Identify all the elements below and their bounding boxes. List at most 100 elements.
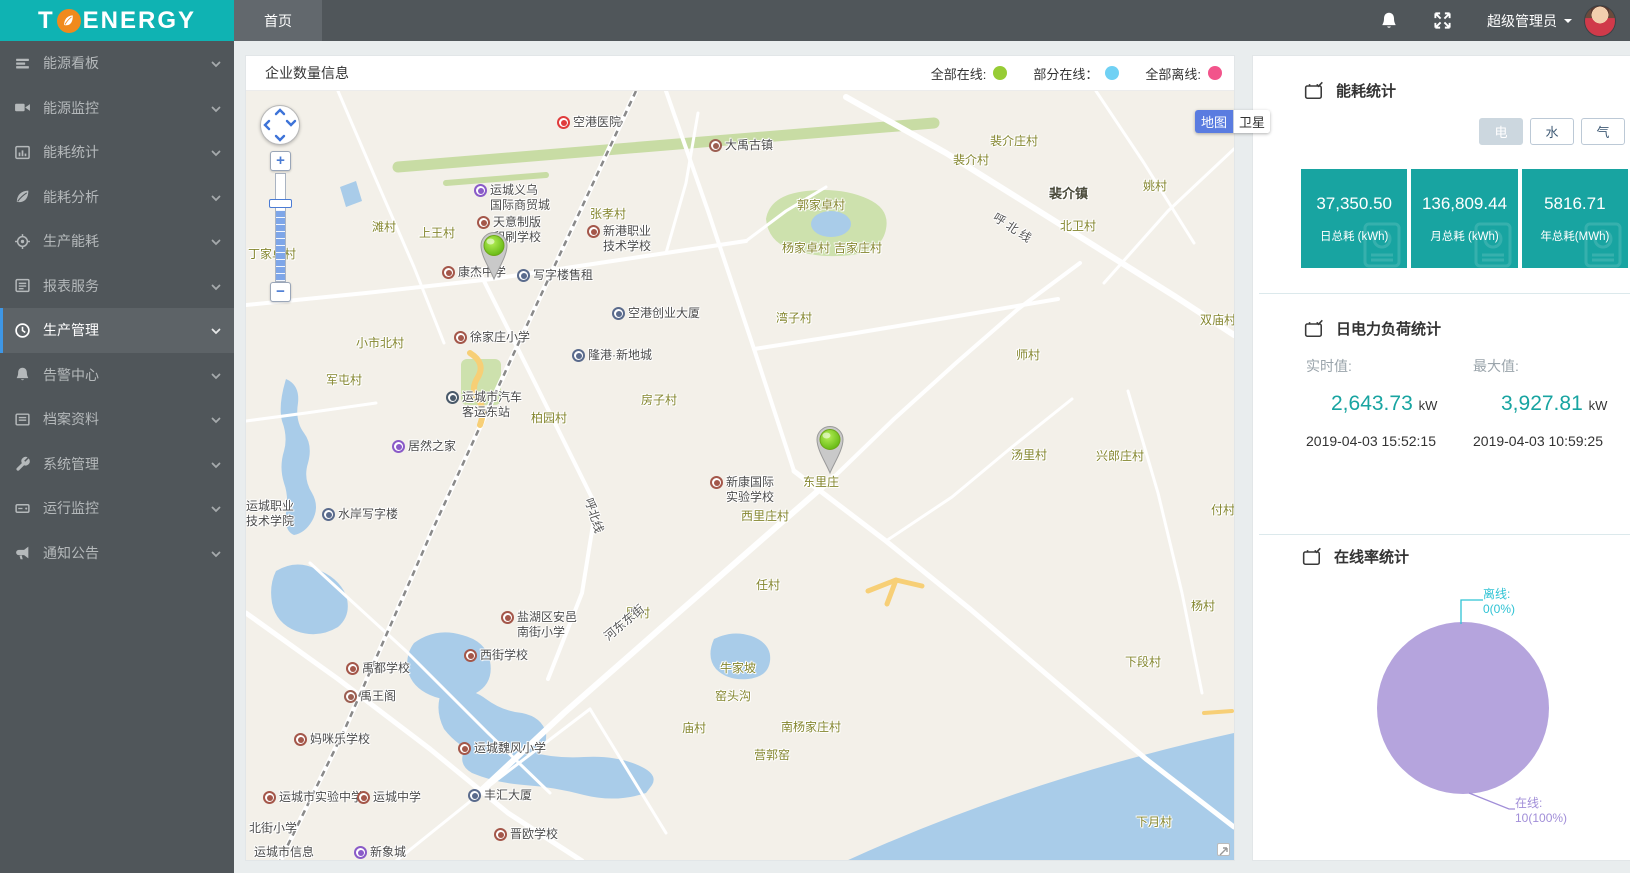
school-icon (710, 476, 723, 489)
map-poi-label: 隆港·新地城 (572, 348, 652, 363)
realtime-value: 2,643.73 kW (1306, 392, 1437, 416)
zoom-slider-handle[interactable] (269, 199, 292, 208)
map-place-label: 上王村 (419, 226, 455, 241)
building-icon (468, 789, 481, 802)
map-label-text: 上王村 (419, 226, 455, 241)
map-label-text: 湾子村 (776, 311, 812, 326)
building-icon (322, 508, 335, 521)
map-label-text: 丰汇大厦 (484, 788, 532, 803)
school-icon (346, 662, 359, 675)
chevron-down-icon (210, 502, 222, 514)
user-name: 超级管理员 (1487, 11, 1557, 31)
map-place-label: 付村 (1211, 503, 1234, 518)
sidebar-item-label: 通知公告 (43, 543, 99, 563)
right-stats-panel: 能耗统计 电水气 37,350.50日总耗 (kWh)136,809.44月总耗… (1252, 55, 1630, 861)
map-card-header: 企业数量信息 全部在线:部分在线：全部离线: (246, 56, 1234, 91)
map-place-label: 吉家庄村 (834, 241, 882, 256)
online-rate-pie[interactable] (1377, 622, 1549, 794)
map-label-text: 水岸写字楼 (338, 507, 398, 522)
chevron-down-icon (210, 324, 222, 336)
map-label-text: 窑头沟 (715, 689, 751, 704)
map-type-satellite-button[interactable]: 卫星 (1233, 110, 1270, 133)
sidebar-item-生产能耗[interactable]: 生产能耗 (0, 219, 234, 264)
legend-label: 全部在线: (931, 64, 987, 83)
sidebar-item-报表服务[interactable]: 报表服务 (0, 264, 234, 309)
map-type-toggle: 地图 卫星 (1195, 110, 1270, 133)
map-place-label: 下段村 (1125, 655, 1161, 670)
zoom-in-button[interactable]: + (270, 151, 291, 171)
sidebar-item-系统管理[interactable]: 系统管理 (0, 442, 234, 487)
sidebar-item-label: 生产管理 (43, 320, 99, 340)
divider (1259, 293, 1630, 294)
status-legend: 全部在线:部分在线：全部离线: (931, 64, 1222, 83)
sidebar-nav: 能源看板能源监控能耗统计能耗分析生产能耗报表服务生产管理告警中心档案资料系统管理… (0, 41, 234, 873)
sidebar-item-生产管理[interactable]: 生产管理 (0, 308, 234, 353)
map-type-map-button[interactable]: 地图 (1195, 110, 1233, 133)
sidebar-item-档案资料[interactable]: 档案资料 (0, 397, 234, 442)
chart-icon (14, 144, 31, 161)
map-label-text: 运城中学 (373, 790, 421, 805)
realtime-unit: kW (1419, 398, 1438, 413)
school-icon (442, 266, 455, 279)
energy-type-tabs: 电水气 (1479, 118, 1625, 145)
map-label-text: 新象城 (370, 845, 406, 860)
chevron-down-icon (210, 57, 222, 69)
sidebar-item-告警中心[interactable]: 告警中心 (0, 353, 234, 398)
legend-label: 全部离线: (1145, 64, 1201, 83)
notification-bell-icon[interactable] (1379, 11, 1399, 31)
map-resize-handle[interactable] (1217, 843, 1230, 856)
leaf-icon (14, 188, 31, 205)
map-poi-label: 居然之家 (392, 439, 456, 454)
max-label: 最大值: (1473, 356, 1607, 376)
school-icon (454, 331, 467, 344)
avatar[interactable] (1584, 5, 1616, 37)
map-label-text: 妈咪乐学校 (310, 732, 370, 747)
realtime-timestamp: 2019-04-03 15:52:15 (1306, 433, 1437, 449)
energy-tab-水[interactable]: 水 (1530, 118, 1574, 145)
map-label-text: 下段村 (1125, 655, 1161, 670)
map-poi-label: 晋欧学校 (494, 827, 558, 842)
map-canvas[interactable]: + − 空港医院大禹古镇裴介庄村裴介村姚村裴介镇北卫村运城义乌国际商贸城天意制版… (246, 91, 1234, 860)
map-marker-pin[interactable] (477, 229, 511, 281)
map-place-label: 牛家坡 (720, 661, 756, 676)
map-place-label: 窑头沟 (715, 689, 751, 704)
sidebar-item-运行监控[interactable]: 运行监控 (0, 486, 234, 531)
map-pan-control[interactable] (260, 105, 300, 145)
tab-home[interactable]: 首页 (234, 0, 322, 41)
energy-tab-气[interactable]: 气 (1581, 118, 1625, 145)
energy-stat-card: 5816.71年总耗(MWh) (1522, 169, 1628, 268)
map-label-text: 柏园村 (531, 411, 567, 426)
map-label-text: 盐湖区安邑南街小学 (517, 610, 577, 640)
sidebar-item-能源看板[interactable]: 能源看板 (0, 41, 234, 86)
offline-value: 0(0%) (1483, 602, 1515, 617)
energy-tab-电[interactable]: 电 (1479, 118, 1523, 145)
school-icon (263, 791, 276, 804)
online-section-title: 在线率统计 (1334, 546, 1409, 567)
clock-icon (14, 322, 31, 339)
online-callout: 在线: 10(100%) (1515, 796, 1567, 826)
map-label-text: 吉家庄村 (834, 241, 882, 256)
fullscreen-icon[interactable] (1433, 11, 1453, 31)
map-place-label: 房子村 (641, 393, 677, 408)
map-marker-pin[interactable] (813, 423, 847, 475)
temple-icon (344, 690, 357, 703)
sidebar-item-label: 能耗统计 (43, 142, 99, 162)
map-label-text: 牛家坡 (720, 661, 756, 676)
map-label-text: 张孝村 (590, 207, 626, 222)
chevron-down-icon (210, 102, 222, 114)
sidebar-item-能耗统计[interactable]: 能耗统计 (0, 130, 234, 175)
map-label-text: 汤里村 (1011, 448, 1047, 463)
clipboard-pen-icon (1302, 547, 1322, 567)
dashboard-icon (14, 55, 31, 72)
map-poi-label: 新康国际实验学校 (710, 475, 774, 505)
map-label-text: 晋欧学校 (510, 827, 558, 842)
sidebar-item-能源监控[interactable]: 能源监控 (0, 86, 234, 131)
zoom-out-button[interactable]: − (270, 282, 291, 302)
online-section-header: 在线率统计 (1302, 546, 1409, 567)
sidebar-item-通知公告[interactable]: 通知公告 (0, 531, 234, 576)
map-label-text: 丁家卓村 (248, 247, 296, 262)
legend-item: 全部在线: (931, 64, 1008, 83)
sidebar-item-能耗分析[interactable]: 能耗分析 (0, 175, 234, 220)
zoom-slider-track[interactable] (275, 173, 286, 282)
user-menu[interactable]: 超级管理员 (1487, 11, 1572, 31)
